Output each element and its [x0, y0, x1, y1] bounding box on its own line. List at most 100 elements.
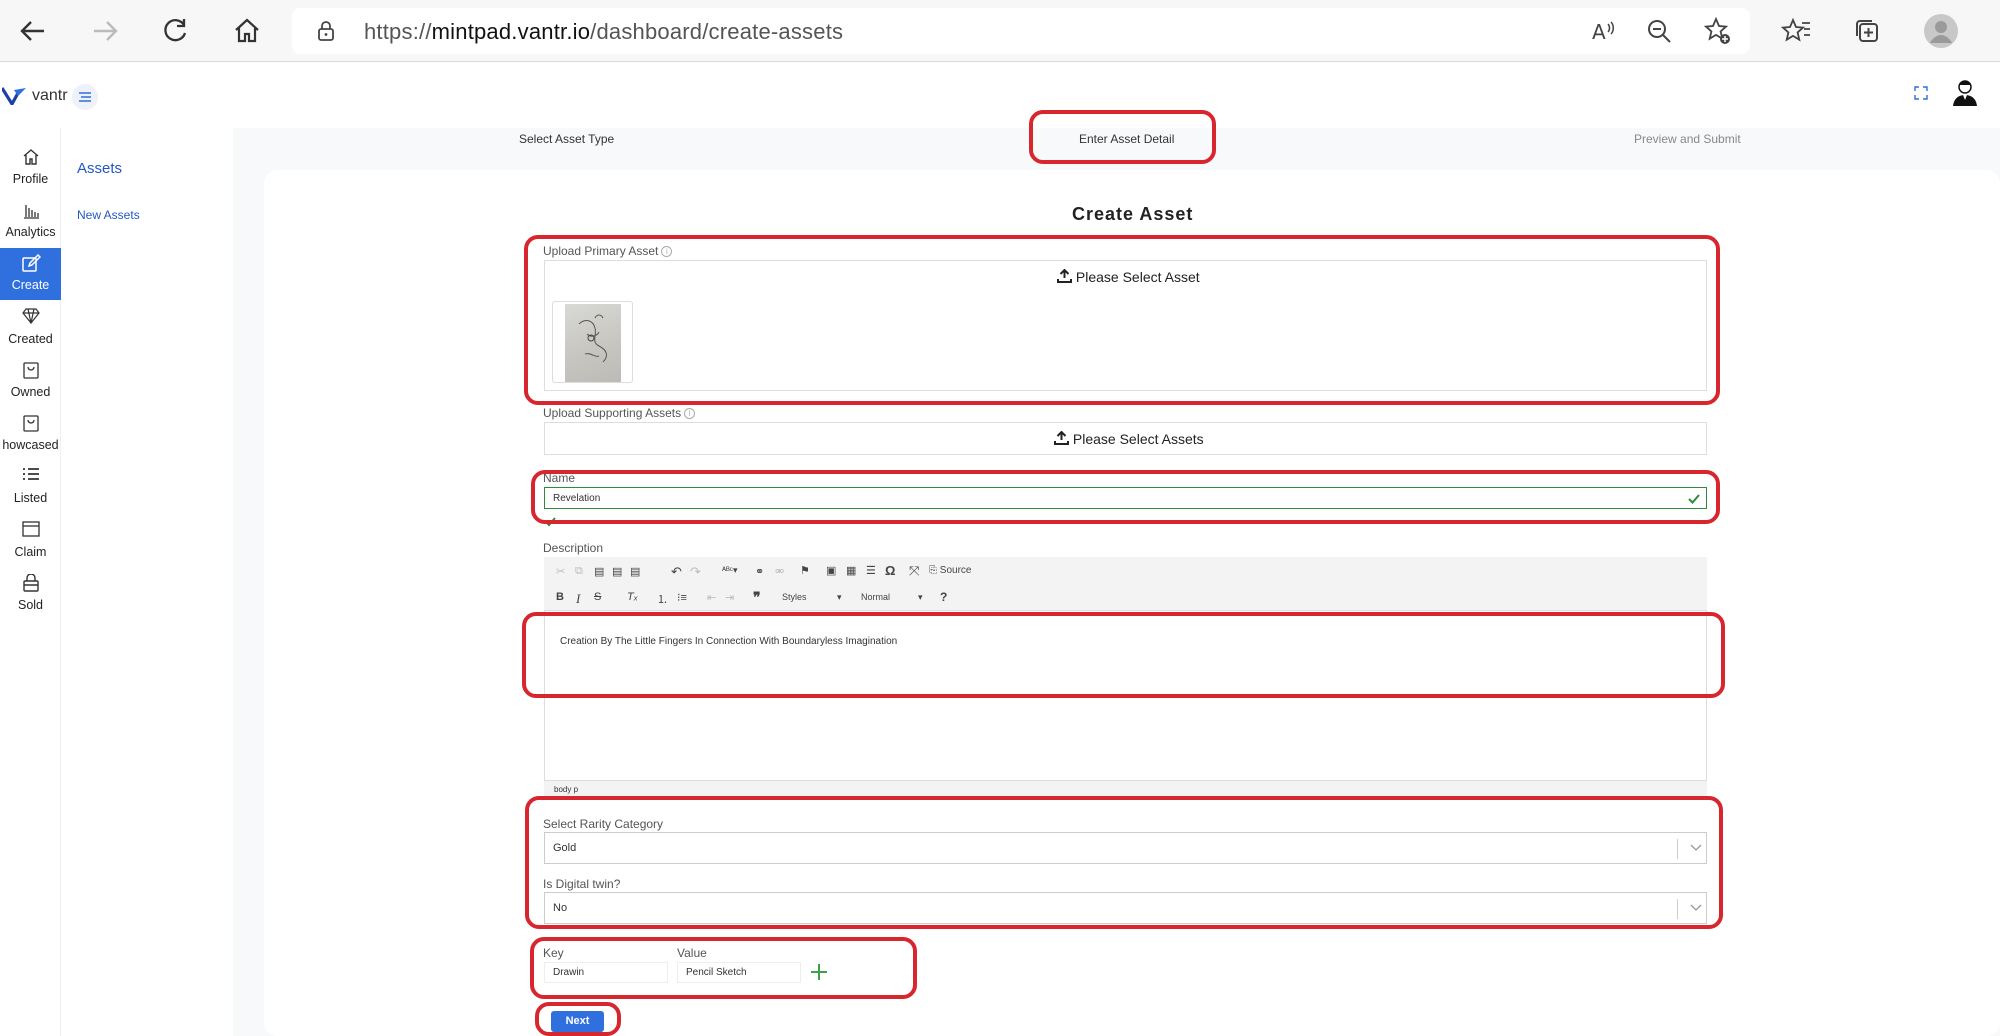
diamond-icon — [0, 308, 61, 330]
forward-icon[interactable] — [84, 10, 126, 52]
upload-icon — [1054, 430, 1069, 445]
sidebar-label: Claim — [14, 545, 47, 559]
list-icon — [0, 467, 61, 489]
step-select-asset-type[interactable]: Select Asset Type — [519, 132, 614, 146]
fullscreen-icon[interactable] — [1914, 86, 1928, 105]
bold-button[interactable]: B — [556, 591, 564, 603]
subsidebar-title: Assets — [77, 160, 123, 177]
redo-icon[interactable]: ↷ — [690, 564, 701, 580]
help-button[interactable]: ? — [940, 590, 947, 604]
favorites-icon[interactable] — [1775, 10, 1817, 52]
editor-toolbar: ✂ ⧉ ▤ ▤ ▤ ↶ ↷ ᴬᴮᶜ▾ ⚭ ⚮ ⚑ ▣ ▦ ☰ Ω ⤧ ⎘ Sou… — [544, 557, 1707, 611]
numbered-list-icon[interactable]: ⒈ — [657, 591, 668, 607]
assets-subsidebar: Assets New Assets — [61, 128, 233, 1036]
window-icon — [0, 521, 61, 543]
highlight-box — [524, 235, 1720, 405]
collections-icon[interactable] — [1846, 10, 1888, 52]
sidebar-label: Sold — [17, 598, 44, 612]
lock-icon[interactable] — [316, 20, 336, 47]
browser-toolbar: https://mintpad.vantr.io/dashboard/creat… — [0, 0, 2000, 62]
copy-icon[interactable]: ⧉ — [575, 565, 583, 578]
dropdown-arrow-icon: ▾ — [918, 592, 923, 602]
subsidebar-item-new-assets[interactable]: New Assets — [77, 208, 140, 222]
source-button[interactable]: ⎘ Source — [929, 565, 971, 576]
page-title: Create Asset — [1072, 204, 1194, 224]
strike-button[interactable]: S — [594, 591, 601, 603]
profile-icon[interactable] — [1920, 10, 1962, 52]
highlight-box — [530, 937, 917, 999]
italic-button[interactable]: I — [576, 591, 580, 607]
sidebar-item-sold[interactable]: Sold — [0, 573, 61, 626]
paste-text-icon[interactable]: ▤ — [612, 565, 622, 578]
anchor-flag-icon[interactable]: ⚑ — [800, 564, 810, 577]
highlight-box — [535, 1002, 621, 1036]
svg-text:A: A — [1592, 20, 1606, 44]
highlight-box — [531, 470, 1720, 524]
editor-path: body p — [544, 780, 1707, 797]
bar-chart-icon — [0, 201, 61, 223]
user-avatar[interactable] — [1950, 77, 1980, 112]
read-aloud-icon[interactable]: A — [1582, 10, 1624, 52]
sidebar-item-listed[interactable]: Listed — [0, 467, 61, 519]
cut-icon[interactable]: ✂ — [556, 565, 565, 578]
styles-dropdown[interactable]: Styles ▾ — [782, 592, 844, 602]
spellcheck-icon[interactable]: ᴬᴮᶜ▾ — [722, 565, 738, 576]
maximize-icon[interactable]: ⤧ — [909, 563, 919, 579]
highlight-box — [522, 612, 1725, 698]
horizontal-line-icon[interactable]: ☰ — [866, 564, 876, 577]
sidebar-item-created[interactable]: Created — [0, 308, 61, 360]
paste-word-icon[interactable]: ▤ — [630, 565, 640, 578]
table-icon[interactable]: ▦ — [846, 564, 856, 577]
sidebar-item-analytics[interactable]: Analytics — [0, 201, 61, 253]
remove-format-icon[interactable]: Tₓ — [627, 591, 638, 603]
dropdown-arrow-icon: ▾ — [837, 592, 842, 602]
edit-icon — [0, 253, 61, 276]
highlight-box — [525, 796, 1723, 929]
bullet-list-icon[interactable]: ⁝≡ — [677, 591, 687, 604]
sidebar-item-showcased[interactable]: howcased — [0, 414, 61, 466]
sidebar-label: Listed — [13, 491, 48, 505]
main-sidebar: Profile Analytics Create Created Owned h… — [0, 128, 61, 1036]
blockquote-icon[interactable]: ❞ — [753, 589, 761, 606]
format-dropdown[interactable]: Normal ▾ — [861, 592, 925, 602]
sidebar-item-owned[interactable]: Owned — [0, 361, 61, 413]
bag-icon — [0, 414, 61, 436]
home-icon[interactable] — [226, 10, 268, 52]
indent-icon[interactable]: ⇥ — [725, 591, 734, 604]
outdent-icon[interactable]: ⇤ — [707, 591, 716, 604]
brand-name: vantr — [32, 87, 68, 104]
sidebar-item-claim[interactable]: Claim — [0, 521, 61, 573]
supporting-asset-upload-button[interactable]: Please Select Assets — [1054, 430, 1204, 447]
back-icon[interactable] — [12, 10, 54, 52]
sidebar-label: howcased — [2, 438, 59, 452]
sidebar-label: Create — [11, 278, 50, 292]
address-bar[interactable]: https://mintpad.vantr.io/dashboard/creat… — [292, 8, 1750, 54]
link-icon[interactable]: ⚭ — [755, 565, 764, 578]
home-icon — [0, 148, 61, 170]
highlight-box — [1029, 110, 1216, 164]
description-label: Description — [543, 541, 604, 555]
sidebar-label: Owned — [10, 385, 51, 399]
info-icon[interactable]: i — [684, 408, 696, 419]
zoom-out-icon[interactable] — [1638, 10, 1680, 52]
image-icon[interactable]: ▣ — [826, 564, 836, 577]
app-header: vantr — [0, 63, 2000, 128]
sidebar-item-profile[interactable]: Profile — [0, 148, 61, 200]
lock-bag-icon — [0, 573, 61, 596]
paste-icon[interactable]: ▤ — [594, 565, 604, 578]
undo-icon[interactable]: ↶ — [671, 564, 682, 580]
special-char-icon[interactable]: Ω — [885, 563, 895, 578]
sidebar-item-create[interactable]: Create — [0, 248, 61, 300]
menu-toggle-icon[interactable] — [72, 84, 98, 110]
sidebar-label: Created — [8, 332, 53, 346]
unlink-icon[interactable]: ⚮ — [775, 565, 784, 578]
sidebar-label: Profile — [12, 172, 49, 186]
bag-icon — [0, 361, 61, 383]
sidebar-label: Analytics — [5, 225, 56, 239]
url-text[interactable]: https://mintpad.vantr.io/dashboard/creat… — [364, 19, 843, 45]
refresh-icon[interactable] — [154, 10, 196, 52]
vantr-logo-icon[interactable] — [0, 87, 26, 110]
supporting-asset-label: Upload Supporting Assets i — [543, 406, 696, 420]
add-favorite-icon[interactable] — [1696, 10, 1738, 52]
step-preview-submit[interactable]: Preview and Submit — [1634, 132, 1741, 146]
